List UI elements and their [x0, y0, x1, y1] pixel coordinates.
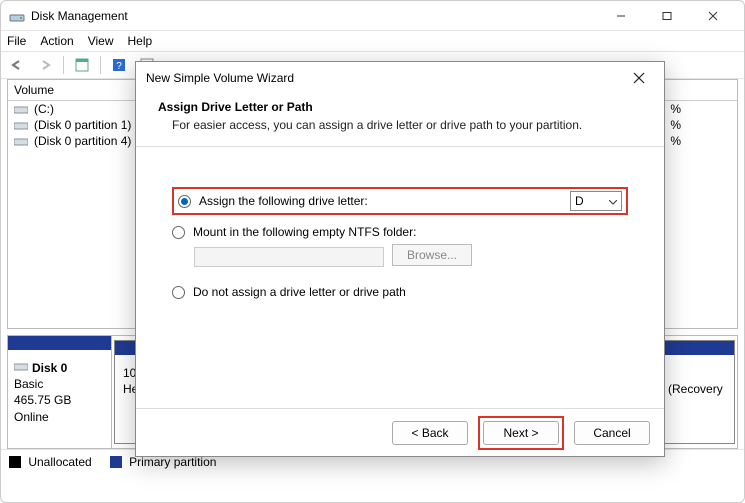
wizard-close-button[interactable] [624, 63, 654, 93]
next-highlight: Next > [478, 416, 564, 450]
volume-icon [14, 120, 28, 130]
wizard-title: New Simple Volume Wizard [146, 71, 294, 85]
volume-icon [14, 136, 28, 146]
radio-no-letter[interactable] [172, 286, 185, 299]
wizard-subheading: For easier access, you can assign a driv… [158, 118, 642, 132]
legend-unallocated: Unallocated [9, 455, 92, 469]
volume-label: (Disk 0 partition 1) [34, 118, 131, 132]
menu-help[interactable]: Help [128, 34, 153, 48]
radio-no-letter-label: Do not assign a drive letter or drive pa… [193, 285, 406, 299]
radio-mount-folder[interactable] [172, 226, 185, 239]
properties-icon[interactable] [70, 54, 94, 76]
radio-mount-folder-label: Mount in the following empty NTFS folder… [193, 225, 416, 239]
window-title: Disk Management [31, 9, 598, 23]
svg-text:?: ? [116, 61, 122, 72]
volume-free: % [670, 102, 731, 116]
radio-assign-letter-label: Assign the following drive letter: [199, 194, 368, 208]
app-icon [9, 8, 25, 24]
menu-file[interactable]: File [7, 34, 26, 48]
maximize-button[interactable] [644, 1, 690, 31]
cancel-button[interactable]: Cancel [574, 421, 650, 445]
next-button[interactable]: Next > [483, 421, 559, 445]
assign-letter-highlight: Assign the following drive letter: D [172, 187, 628, 215]
radio-assign-letter[interactable] [178, 195, 191, 208]
drive-letter-value: D [575, 194, 584, 208]
close-button[interactable] [690, 1, 736, 31]
mount-folder-input [194, 247, 384, 267]
minimize-button[interactable] [598, 1, 644, 31]
volume-icon [14, 104, 28, 114]
menu-view[interactable]: View [88, 34, 114, 48]
wizard-heading: Assign Drive Letter or Path [158, 100, 642, 114]
browse-button: Browse... [392, 244, 472, 266]
volume-label: (C:) [34, 102, 54, 116]
disk-status: Online [14, 410, 49, 424]
chevron-down-icon [609, 194, 617, 208]
forward-icon[interactable] [33, 54, 57, 76]
disk-name: Disk 0 [32, 360, 67, 376]
back-button[interactable]: < Back [392, 421, 468, 445]
help-icon[interactable]: ? [107, 54, 131, 76]
back-icon[interactable] [5, 54, 29, 76]
menu-action[interactable]: Action [40, 34, 73, 48]
titlebar: Disk Management [1, 1, 744, 31]
menubar: File Action View Help [1, 31, 744, 51]
wizard-dialog: New Simple Volume Wizard Assign Drive Le… [135, 61, 665, 457]
volume-free: % [670, 118, 731, 132]
disk-icon [14, 360, 28, 376]
disk-info[interactable]: Disk 0 Basic 465.75 GB Online [8, 336, 112, 448]
volume-label: (Disk 0 partition 4) [34, 134, 131, 148]
volume-free: % [670, 134, 731, 148]
disk-size: 465.75 GB [14, 393, 71, 407]
drive-letter-select[interactable]: D [570, 191, 622, 211]
disk-type: Basic [14, 377, 43, 391]
